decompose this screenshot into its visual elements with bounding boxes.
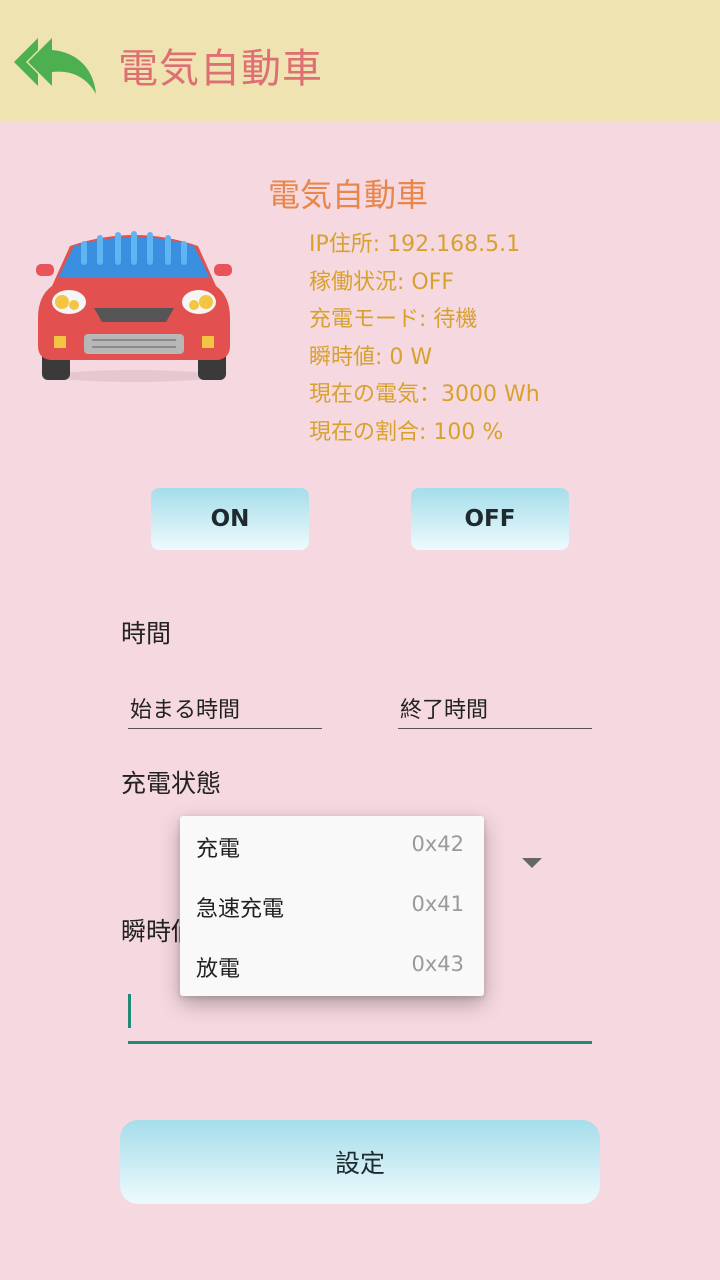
dropdown-option-charge[interactable]: 充電 0x42 <box>180 816 484 876</box>
instant-value-input[interactable] <box>128 1041 592 1044</box>
on-button[interactable]: ON <box>151 488 309 550</box>
ip-address-text: IP住所: 192.168.5.1 <box>309 232 521 257</box>
charge-state-dropdown: 充電 0x42 急速充電 0x41 放電 0x43 <box>180 816 484 996</box>
option-label: 放電 <box>196 957 241 982</box>
dropdown-option-fast-charge[interactable]: 急速充電 0x41 <box>180 876 484 936</box>
set-button[interactable]: 設定 <box>120 1120 600 1204</box>
option-label: 充電 <box>196 837 241 862</box>
start-time-field[interactable]: 始まる時間 <box>128 686 322 729</box>
text-cursor <box>128 994 131 1028</box>
charge-mode-text: 充電モード: 待機 <box>309 307 478 333</box>
dropdown-option-discharge[interactable]: 放電 0x43 <box>180 936 484 996</box>
current-percent-text: 現在の割合: 100 % <box>309 419 504 445</box>
option-label: 急速充電 <box>196 897 285 922</box>
option-code: 0x42 <box>411 832 464 856</box>
double-back-arrow-icon <box>14 38 96 94</box>
end-time-field[interactable]: 終了時間 <box>398 686 592 729</box>
instant-value-text: 瞬時値: 0 W <box>309 344 433 370</box>
operation-status-text: 稼働状況: OFF <box>309 269 455 295</box>
off-button[interactable]: OFF <box>411 488 569 550</box>
option-code: 0x41 <box>411 892 464 916</box>
time-section-label: 時間 <box>121 619 172 648</box>
end-time-placeholder: 終了時間 <box>400 698 489 723</box>
app-bar: 電気自動車 <box>0 0 720 122</box>
current-energy-text: 現在の電気：3000 Wh <box>309 382 540 408</box>
app-title: 電気自動車 <box>118 46 323 92</box>
option-code: 0x43 <box>411 952 464 976</box>
chevron-down-icon[interactable] <box>522 858 542 868</box>
back-button[interactable] <box>8 32 104 96</box>
device-info-list: IP住所: 192.168.5.1 稼働状況: OFF 充電モード: 待機 瞬時… <box>309 226 540 452</box>
charge-state-label: 充電状態 <box>121 769 222 798</box>
car-icon <box>34 226 234 386</box>
device-title: 電気自動車 <box>267 176 428 214</box>
start-time-placeholder: 始まる時間 <box>130 698 241 723</box>
